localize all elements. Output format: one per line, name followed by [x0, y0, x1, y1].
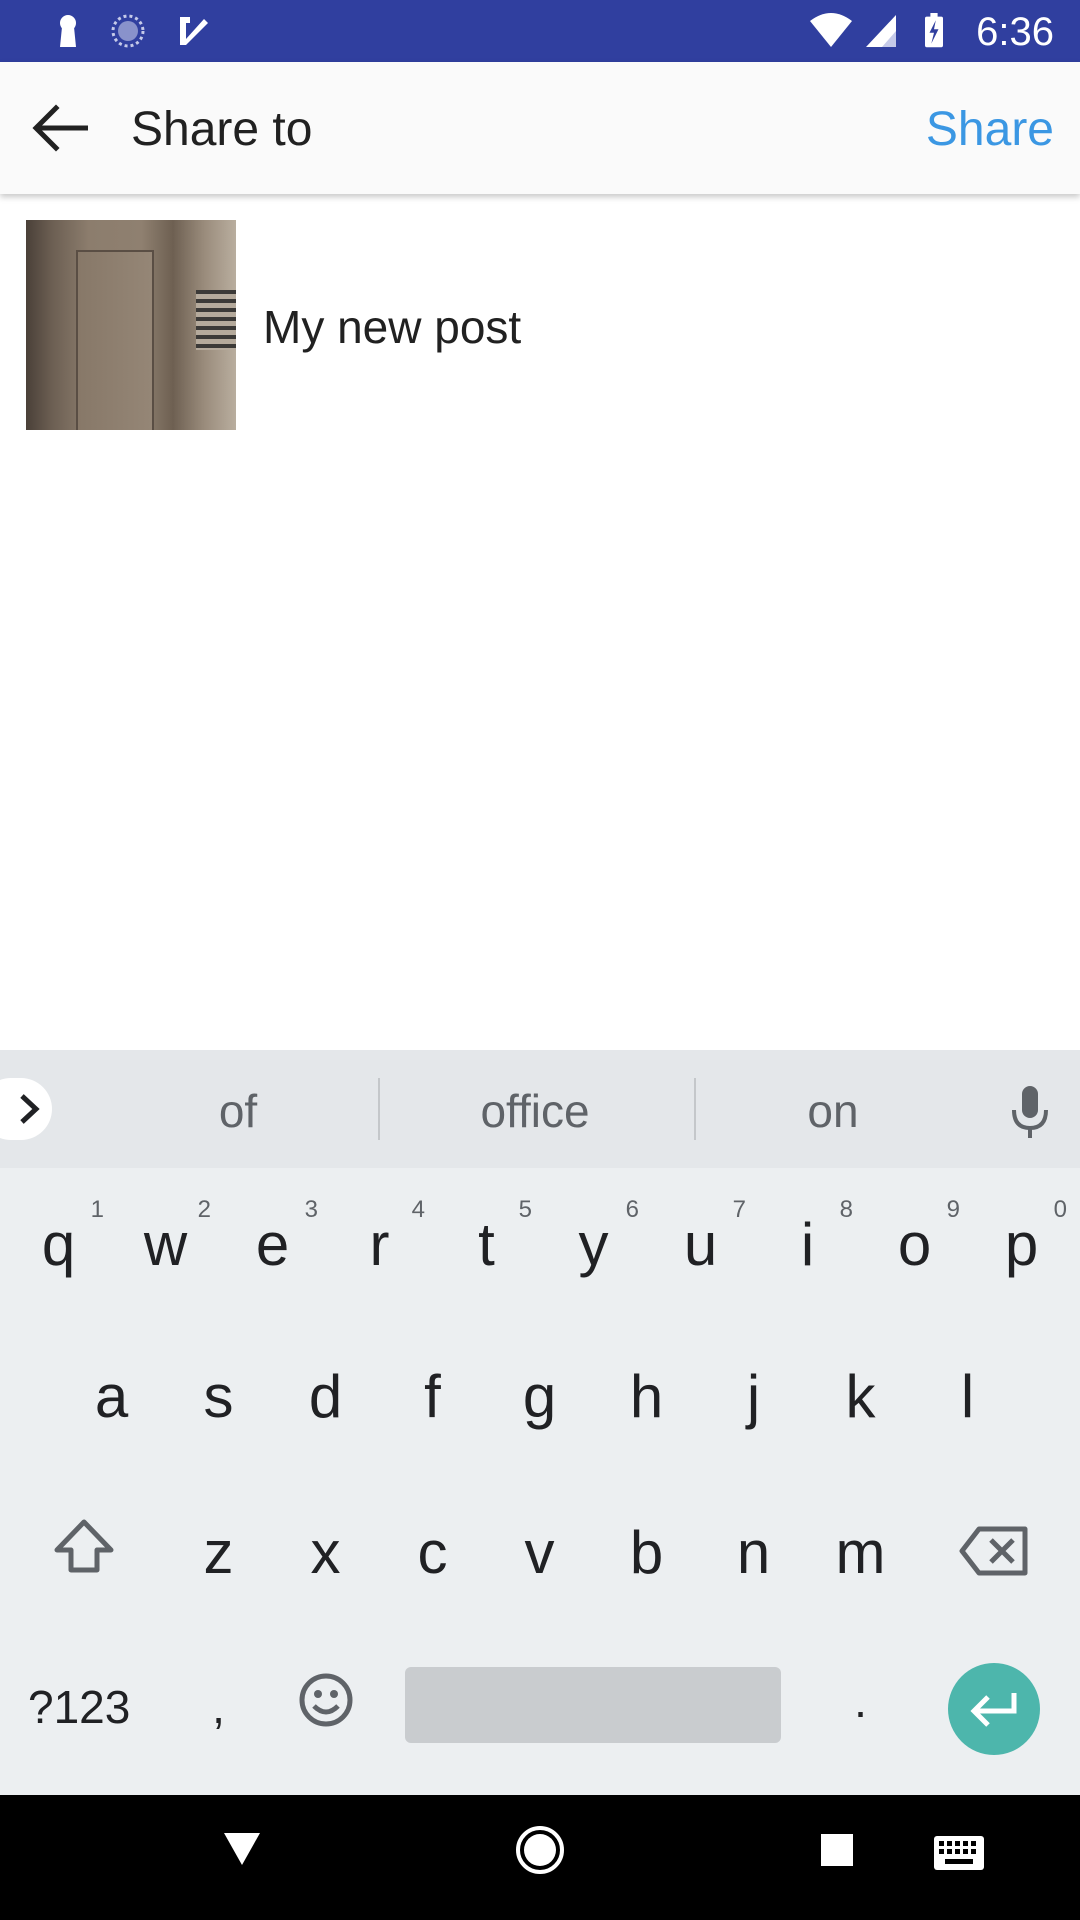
key-y[interactable]: y6 — [540, 1196, 647, 1279]
suggestion-3[interactable]: on — [703, 1084, 963, 1138]
nav-home-icon[interactable] — [515, 1825, 565, 1875]
enter-arrow-icon — [970, 1693, 1017, 1727]
key-z[interactable]: z — [165, 1518, 272, 1587]
soft-keyboard: of office on q1 w2 e3 r4 t5 y6 u7 i8 o9 … — [0, 1050, 1080, 1795]
space-key[interactable] — [405, 1667, 781, 1743]
signal-icon — [866, 15, 896, 47]
key-s[interactable]: s — [165, 1362, 272, 1431]
key-e[interactable]: e3 — [219, 1196, 326, 1279]
post-thumbnail — [26, 220, 236, 430]
shift-key[interactable] — [30, 1518, 137, 1588]
key-u[interactable]: u7 — [647, 1196, 754, 1279]
status-time: 6:36 — [976, 10, 1054, 54]
key-o[interactable]: o9 — [861, 1196, 968, 1279]
key-a[interactable]: a — [58, 1362, 165, 1431]
key-h[interactable]: h — [593, 1362, 700, 1431]
battery-charging-icon — [925, 13, 943, 48]
emoji-icon — [299, 1673, 352, 1727]
period-key[interactable]: . — [807, 1674, 914, 1728]
arrow-back-icon — [32, 104, 88, 152]
keyhole-icon — [60, 15, 76, 47]
suggestion-strip: of office on — [0, 1050, 1080, 1168]
key-n[interactable]: n — [700, 1518, 807, 1587]
key-d[interactable]: d — [272, 1362, 379, 1431]
symbols-key[interactable]: ?123 — [28, 1680, 130, 1734]
post-preview: My new post — [0, 194, 1080, 454]
key-f[interactable]: f — [379, 1362, 486, 1431]
backspace-icon — [959, 1526, 1027, 1576]
suggestion-1[interactable]: of — [108, 1084, 368, 1138]
key-j[interactable]: j — [700, 1362, 807, 1431]
key-c[interactable]: c — [379, 1518, 486, 1587]
back-button[interactable] — [26, 94, 94, 162]
page-title: Share to — [131, 103, 313, 156]
key-v[interactable]: v — [486, 1518, 593, 1587]
navigation-bar — [0, 1795, 1080, 1920]
post-caption-input[interactable]: My new post — [263, 300, 521, 354]
wifi-icon — [810, 13, 852, 47]
microphone-icon[interactable] — [1010, 1084, 1050, 1140]
loading-circle-icon — [111, 14, 145, 48]
suggestion-2[interactable]: office — [405, 1084, 665, 1138]
key-p[interactable]: p0 — [968, 1196, 1075, 1279]
nav-back-icon[interactable] — [222, 1831, 262, 1867]
key-l[interactable]: l — [914, 1362, 1021, 1431]
status-bar: 6:36 — [0, 0, 1080, 62]
key-k[interactable]: k — [807, 1362, 914, 1431]
share-button[interactable]: Share — [926, 102, 1054, 157]
key-q[interactable]: q1 — [5, 1196, 112, 1279]
key-i[interactable]: i8 — [754, 1196, 861, 1279]
nav-recents-icon[interactable] — [820, 1833, 854, 1867]
keyboard-switch-icon[interactable] — [933, 1835, 985, 1871]
backspace-key[interactable] — [940, 1522, 1047, 1591]
app-bar: Share to Share — [0, 62, 1080, 194]
key-x[interactable]: x — [272, 1518, 379, 1587]
key-m[interactable]: m — [807, 1518, 914, 1587]
key-w[interactable]: w2 — [112, 1196, 219, 1279]
chevron-right-icon — [20, 1094, 40, 1124]
expand-toolbar-button[interactable] — [0, 1078, 52, 1140]
key-t[interactable]: t5 — [433, 1196, 540, 1279]
check-icon — [180, 17, 208, 45]
enter-key[interactable] — [948, 1663, 1040, 1755]
key-b[interactable]: b — [593, 1518, 700, 1587]
emoji-key[interactable] — [272, 1672, 379, 1742]
comma-key[interactable]: , — [165, 1680, 272, 1734]
key-r[interactable]: r4 — [326, 1196, 433, 1279]
key-g[interactable]: g — [486, 1362, 593, 1431]
shift-icon — [54, 1519, 113, 1573]
